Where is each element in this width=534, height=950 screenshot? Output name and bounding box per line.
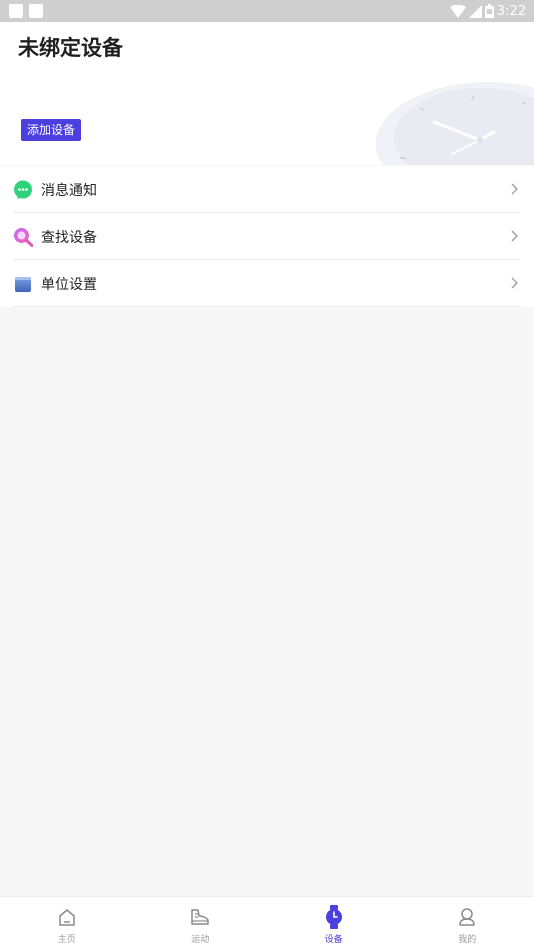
wifi-icon bbox=[449, 4, 466, 18]
status-bar: 3:22 bbox=[0, 0, 534, 22]
message-icon bbox=[13, 180, 33, 200]
status-time: 3:22 bbox=[496, 3, 526, 19]
sneaker-icon bbox=[189, 905, 211, 929]
add-device-button[interactable]: 添加设备 bbox=[21, 119, 82, 141]
tab-sport[interactable]: 运动 bbox=[134, 897, 268, 950]
menu-item-find-device[interactable]: 查找设备 bbox=[0, 213, 534, 260]
chevron-right-icon bbox=[511, 183, 518, 195]
chevron-right-icon bbox=[511, 230, 518, 242]
menu-item-label: 消息通知 bbox=[41, 182, 97, 199]
menu-item-label: 单位设置 bbox=[41, 276, 97, 293]
profile-icon bbox=[457, 905, 477, 929]
chevron-right-icon bbox=[511, 277, 518, 289]
device-header: 未绑定设备 添加设备 bbox=[0, 22, 534, 165]
tab-label: 运动 bbox=[191, 935, 210, 945]
page-title: 未绑定设备 bbox=[18, 36, 123, 60]
notification-icon bbox=[9, 4, 23, 18]
divider bbox=[13, 306, 520, 307]
tab-label: 主页 bbox=[57, 935, 76, 945]
bottom-tab-bar: 主页 运动 设备 我的 bbox=[0, 896, 534, 950]
battery-icon bbox=[484, 4, 494, 18]
tab-device[interactable]: 设备 bbox=[267, 897, 401, 950]
watch-icon bbox=[325, 905, 343, 929]
unit-km-icon bbox=[13, 274, 33, 294]
tab-profile[interactable]: 我的 bbox=[401, 897, 534, 950]
menu-item-label: 查找设备 bbox=[41, 229, 97, 246]
tab-label: 我的 bbox=[458, 935, 477, 945]
home-icon bbox=[57, 905, 77, 929]
tab-home[interactable]: 主页 bbox=[0, 897, 134, 950]
find-device-icon bbox=[13, 227, 33, 247]
tab-label: 设备 bbox=[324, 935, 343, 945]
clock-illustration bbox=[376, 82, 534, 165]
notification-icon bbox=[29, 4, 43, 18]
settings-menu: 消息通知 查找设备 单位设置 bbox=[0, 166, 534, 307]
menu-item-notifications[interactable]: 消息通知 bbox=[0, 166, 534, 213]
menu-item-unit-settings[interactable]: 单位设置 bbox=[0, 260, 534, 307]
signal-icon bbox=[468, 4, 482, 18]
